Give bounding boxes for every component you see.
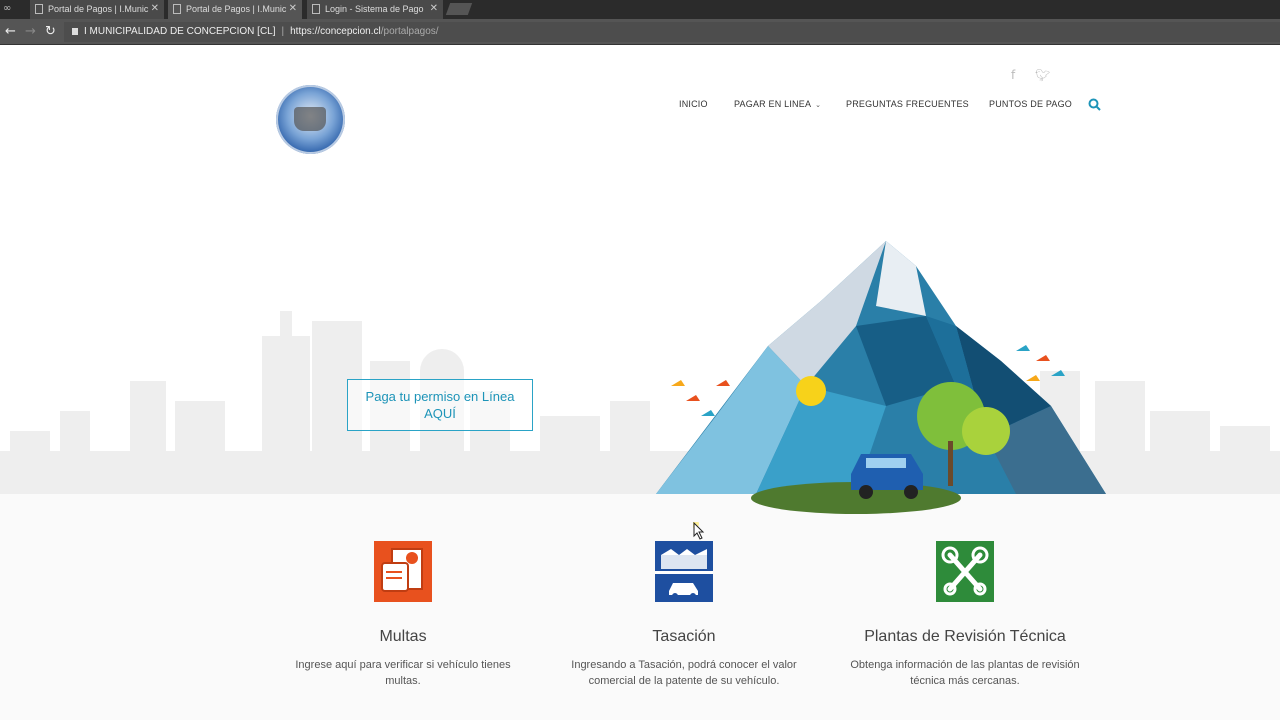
tab-title: Login - Sistema de Pago bbox=[325, 4, 424, 14]
close-tab-icon[interactable]: ✕ bbox=[151, 0, 159, 18]
car-valuation-icon[interactable] bbox=[655, 541, 713, 602]
municipality-logo[interactable] bbox=[276, 85, 345, 154]
forward-icon[interactable]: → bbox=[25, 24, 36, 39]
cta-line-2: AQUÍ bbox=[424, 406, 456, 421]
page: f 🐦︎ INICIO PAGAR EN LINEA ⌄ PREGUNTAS FR… bbox=[0, 46, 1280, 720]
mountain-car-illustration bbox=[656, 241, 1106, 514]
browser-tab-2[interactable]: Portal de Pagos | I.Munic ✕ bbox=[168, 0, 302, 19]
tab-title: Portal de Pagos | I.Munic bbox=[186, 4, 287, 14]
site-identity: I MUNICIPALIDAD DE CONCEPCION [CL] bbox=[84, 26, 276, 37]
new-tab-button[interactable] bbox=[445, 3, 473, 15]
facebook-icon[interactable]: f bbox=[1011, 68, 1015, 82]
feature-title-multas[interactable]: Multas bbox=[263, 628, 543, 646]
fines-document-icon[interactable] bbox=[374, 541, 432, 602]
close-tab-icon[interactable]: ✕ bbox=[430, 0, 438, 18]
browser-tab-1[interactable]: Portal de Pagos | I.Munic ✕ bbox=[30, 0, 164, 19]
incognito-icon: ∞ bbox=[3, 3, 12, 14]
cta-line-1: Paga tu permiso en Línea bbox=[365, 389, 515, 404]
feature-desc-tasacion: Ingresando a Tasación, podrá conocer el … bbox=[571, 659, 797, 687]
lock-icon bbox=[72, 28, 78, 35]
nav-pagar-en-linea[interactable]: PAGAR EN LINEA ⌄ bbox=[734, 99, 821, 109]
nav-label: PAGAR EN LINEA bbox=[734, 99, 812, 109]
nav-preguntas-frecuentes[interactable]: PREGUNTAS FRECUENTES bbox=[846, 99, 969, 109]
url-field[interactable]: I MUNICIPALIDAD DE CONCEPCION [CL] | https… bbox=[64, 22, 1280, 42]
reload-icon[interactable]: ↻ bbox=[45, 24, 56, 39]
back-icon[interactable]: ← bbox=[5, 24, 16, 39]
browser-tab-3[interactable]: Login - Sistema de Pago ✕ bbox=[307, 0, 443, 19]
url-host: https://concepcion.cl bbox=[290, 26, 381, 37]
tab-title: Portal de Pagos | I.Munic bbox=[48, 4, 149, 14]
wrench-tools-icon[interactable] bbox=[936, 541, 994, 602]
pay-permit-button[interactable]: Paga tu permiso en Línea AQUÍ bbox=[347, 379, 533, 431]
browser-tab-bar: ∞ Portal de Pagos | I.Munic ✕ Portal de … bbox=[0, 0, 1280, 19]
address-bar: ← → ↻ I MUNICIPALIDAD DE CONCEPCION [CL]… bbox=[0, 19, 1280, 45]
feature-desc-plantas: Obtenga información de las plantas de re… bbox=[850, 659, 1080, 687]
close-tab-icon[interactable]: ✕ bbox=[289, 0, 297, 18]
page-icon bbox=[173, 4, 181, 14]
nav-inicio[interactable]: INICIO bbox=[679, 99, 708, 109]
url-path: /portalpagos/ bbox=[380, 26, 439, 37]
feature-title-tasacion[interactable]: Tasación bbox=[544, 628, 824, 646]
feature-desc-multas: Ingrese aquí para verificar si vehículo … bbox=[295, 659, 511, 687]
twitter-icon[interactable]: 🐦︎ bbox=[1035, 68, 1050, 82]
page-icon bbox=[35, 4, 43, 14]
search-icon[interactable] bbox=[1088, 98, 1101, 111]
chevron-down-icon: ⌄ bbox=[815, 102, 822, 109]
mouse-cursor-icon bbox=[693, 522, 705, 540]
page-icon bbox=[312, 4, 320, 14]
nav-puntos-de-pago[interactable]: PUNTOS DE PAGO bbox=[989, 99, 1072, 109]
feature-title-plantas[interactable]: Plantas de Revisión Técnica bbox=[825, 628, 1105, 646]
